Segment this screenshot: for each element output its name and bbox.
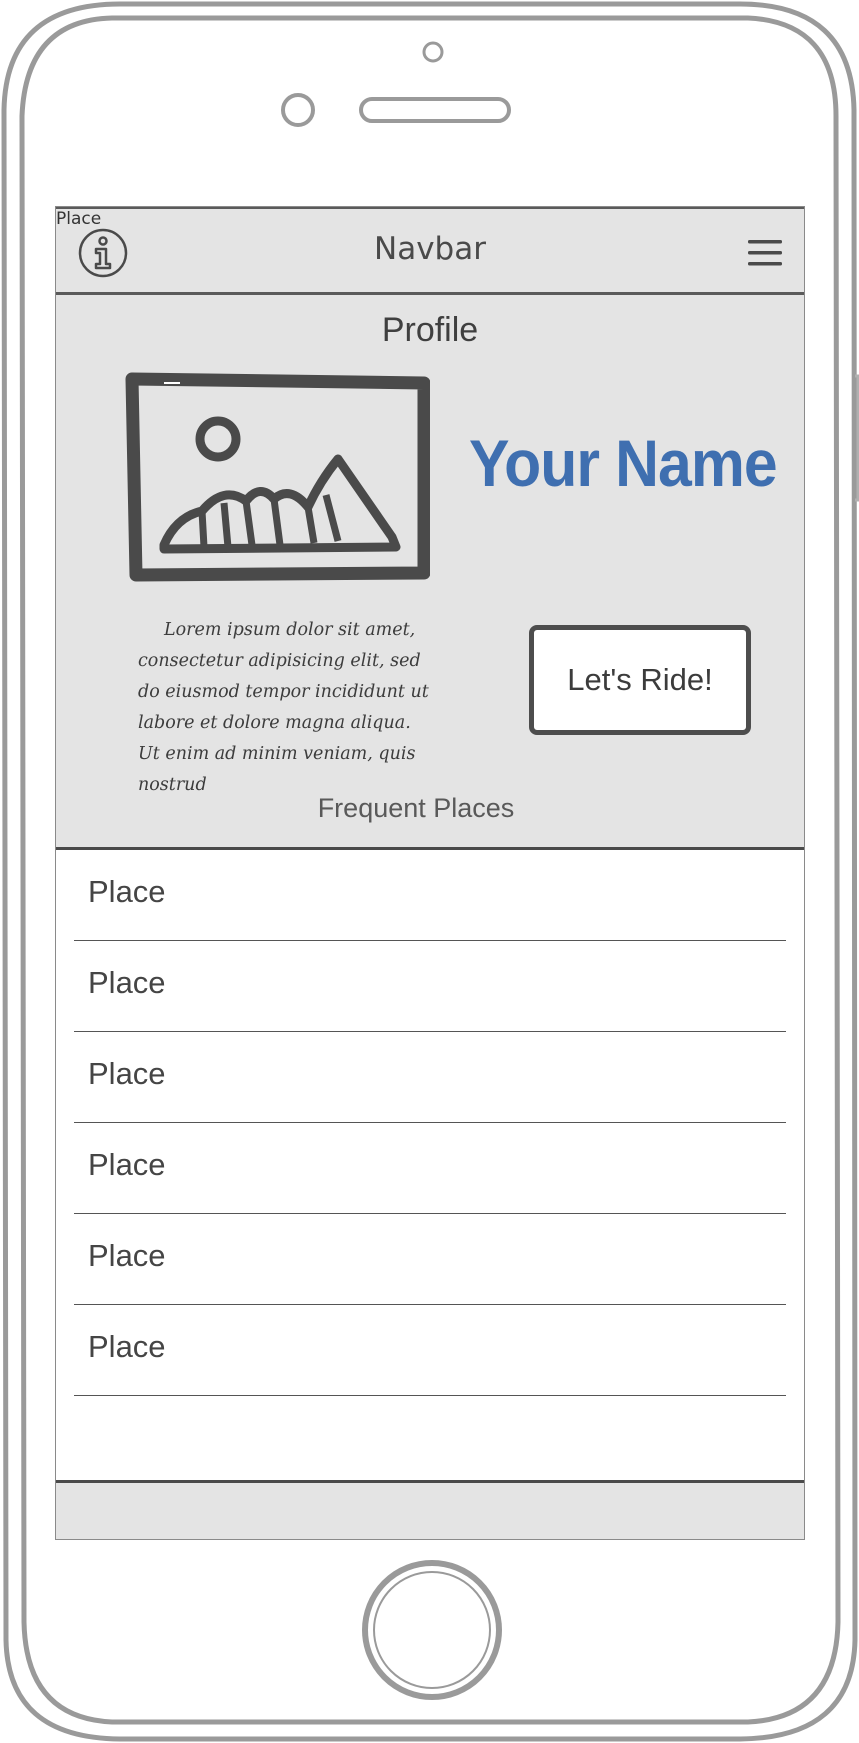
list-item[interactable]: Place: [74, 941, 786, 1032]
place-label: Place: [88, 965, 166, 1000]
frequent-places-heading: Frequent Places: [317, 793, 515, 823]
list-item[interactable]: Place: [74, 1032, 786, 1123]
footer-bar: [56, 1483, 804, 1539]
user-name: Your Name: [469, 426, 778, 500]
navbar-title: Navbar: [374, 231, 486, 267]
place-label: Place: [88, 1147, 166, 1182]
profile-bio: Lorem ipsum dolor sit amet, consectetur …: [138, 620, 429, 795]
navbar: Place Navbar: [56, 207, 804, 295]
place-label: Place: [88, 1329, 166, 1364]
front-camera: [422, 41, 444, 63]
navbar-corner-label: Place: [56, 209, 102, 229]
profile-heading: Profile: [381, 311, 479, 349]
lets-ride-button[interactable]: Let's Ride!: [529, 625, 751, 735]
home-button: [362, 1560, 502, 1700]
earpiece-speaker: [359, 97, 511, 123]
list-item[interactable]: Place: [74, 1123, 786, 1214]
list-item[interactable]: Place: [74, 1214, 786, 1305]
hamburger-menu-icon[interactable]: [748, 239, 784, 267]
app-screen: Place Navbar Profile Your Name Lorem ips…: [55, 206, 805, 1540]
place-label: Place: [88, 1238, 166, 1273]
place-label: Place: [88, 874, 166, 909]
frequent-places-list: Place Place Place Place Place Place: [56, 847, 804, 1483]
place-label: Place: [88, 1056, 166, 1091]
profile-section: Profile Your Name Lorem ipsum dolor sit …: [56, 295, 804, 849]
image-placeholder-icon: [124, 369, 431, 588]
list-item[interactable]: Place: [74, 850, 786, 941]
proximity-sensor: [281, 93, 315, 127]
list-item[interactable]: Place: [74, 1305, 786, 1396]
